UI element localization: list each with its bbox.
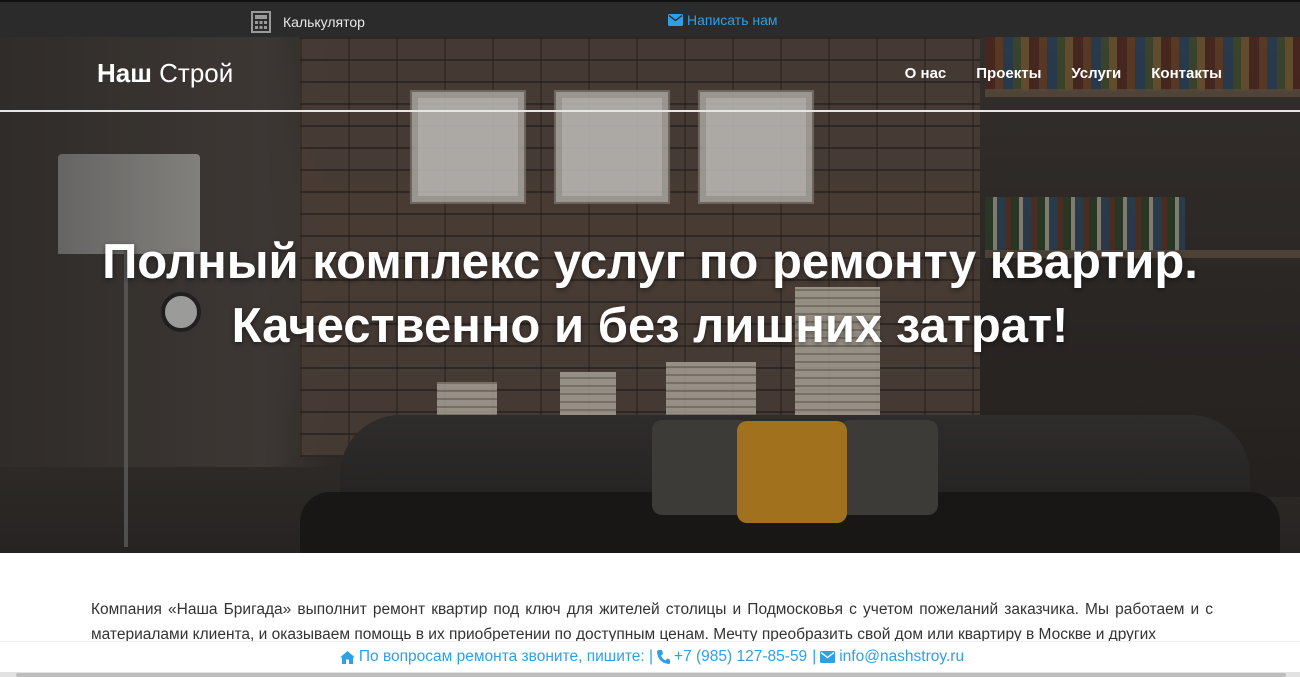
- main-navbar: Наш Строй О нас Проекты Услуги Контакты: [0, 37, 1300, 112]
- write-us-link[interactable]: Написать нам: [668, 12, 778, 28]
- nav-item-contacts[interactable]: Контакты: [1151, 65, 1222, 82]
- top-bar: Калькулятор Написать нам: [0, 0, 1300, 37]
- hero-headline: Полный комплекс услуг по ремонту квартир…: [0, 230, 1300, 358]
- brand-rest: Строй: [159, 58, 234, 88]
- write-us-label: Написать нам: [687, 12, 778, 28]
- phone-icon: [657, 650, 671, 664]
- home-icon: [339, 650, 355, 664]
- contact-phone[interactable]: +7 (985) 127-85-59: [674, 648, 807, 666]
- horizontal-scrollbar[interactable]: [0, 672, 1300, 677]
- nav-item-projects[interactable]: Проекты: [976, 65, 1041, 82]
- contact-prompt: По вопросам ремонта звоните, пишите: |: [358, 648, 654, 665]
- contact-bar: По вопросам ремонта звоните, пишите: | +…: [0, 641, 1300, 677]
- calculator-icon: [251, 11, 271, 33]
- hero-headline-line-2: Качественно и без лишних затрат!: [231, 299, 1069, 353]
- brand-bold: Наш: [97, 58, 152, 88]
- calculator-label: Калькулятор: [283, 14, 365, 30]
- hero-headline-line-1: Полный комплекс услуг по ремонту квартир…: [102, 235, 1198, 289]
- nav-item-services[interactable]: Услуги: [1071, 65, 1121, 82]
- envelope-icon: [820, 651, 836, 663]
- envelope-icon: [668, 14, 683, 26]
- nav-item-about[interactable]: О нас: [905, 65, 947, 82]
- contact-separator: |: [812, 648, 817, 665]
- calculator-link[interactable]: Калькулятор: [251, 11, 365, 33]
- intro-text: Компания «Наша Бригада» выполнит ремонт …: [91, 601, 1213, 643]
- contact-line: По вопросам ремонта звоните, пишите: | +…: [0, 648, 1300, 666]
- scrollbar-thumb[interactable]: [16, 673, 1286, 677]
- contact-email[interactable]: info@nashstroy.ru: [839, 648, 964, 666]
- site-logo[interactable]: Наш Строй: [97, 58, 233, 89]
- nav-menu: О нас Проекты Услуги Контакты: [875, 65, 1222, 82]
